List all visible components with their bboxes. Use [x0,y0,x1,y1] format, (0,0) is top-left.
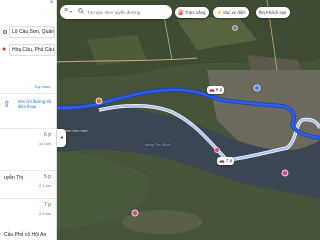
search-icon [78,8,84,14]
chevron-left-icon: ◂ [59,135,63,141]
chip-label: Khách sạn [266,10,287,15]
route-distance: 3,0 km [38,141,51,146]
origin-row[interactable]: Lộ Cầu Sơn, Quảng Phú [0,24,56,40]
route-time-bubble-primary[interactable]: 🚗 6 p [207,86,225,94]
car-icon: 🚗 [219,158,225,163]
route-time: 7 p [44,202,51,208]
send-to-phone-icon[interactable]: ⇪ [3,99,13,109]
route-time: 6 p [44,132,51,138]
hotel-icon: 🛏 [259,10,266,16]
ev-charging-icon: ⚡ [216,10,223,16]
chip-label: Sạc xe điện [223,10,246,15]
route-time-label: 7 p [225,158,233,163]
route-option[interactable]: 6 p 3,0 km [0,128,56,152]
chip-gas-station[interactable]: ⛽Trạm xăng [175,7,210,18]
route-search-bar[interactable]: ≡ ▾ [60,5,172,19]
destination-pin-icon: ● [2,46,7,53]
route-option[interactable]: 7 p 2,5 km [0,198,56,222]
chip-label: Trạm xăng [185,10,206,15]
route-distance: 2,5 km [38,211,51,216]
car-icon: 🚗 [209,87,215,92]
divider [0,93,56,94]
collapse-panel-button[interactable]: ◂ [57,129,66,147]
satellite-map [57,0,320,240]
destination-input[interactable]: Hòa Cầu, Phủ Cầu [9,44,55,56]
route-time-bubble-alt[interactable]: 🚗 7 p [217,157,235,165]
origin-input[interactable]: Lộ Cầu Sơn, Quảng Phú [9,26,55,38]
menu-icon[interactable]: ≡ [64,7,68,14]
send-to-phone-link[interactable]: Gửi chỉ đường tới điện thoại [18,99,52,109]
map-canvas[interactable]: 🚗 6 p 🚗 7 p Cầm Kim mới sông Thu Bồn [57,0,320,240]
map-place-label: Cầm Kim mới [63,128,88,133]
chip-ev-charging[interactable]: ⚡Sạc xe điện [213,7,250,18]
origin-dot-icon [3,30,7,34]
route-time: 5 p [44,174,51,180]
search-along-route-input[interactable] [87,8,169,16]
chevron-down-icon[interactable]: ▾ [70,9,72,14]
directions-panel: × Lộ Cầu Sơn, Quảng Phú ● Hòa Cầu, Phủ C… [0,0,57,240]
route-distance: 2,1 km [38,183,51,188]
list-item[interactable]: Cầu Phố cổ Hội An [0,232,56,238]
maps-directions-screen: 🚗 6 p 🚗 7 p Cầm Kim mới sông Thu Bồn ≡ ▾… [0,0,320,240]
river-label: sông Thu Bồn [145,142,170,147]
route-option[interactable]: uyễn Thị 5 p 2,1 km [0,170,56,194]
gas-station-icon: ⛽ [178,10,185,16]
destination-row[interactable]: ● Hòa Cầu, Phủ Cầu [0,42,56,58]
chip-hotel[interactable]: 🛏Khách sạn [256,7,291,18]
route-time-label: 6 p [215,87,223,92]
options-link[interactable]: Tùy chọn [34,84,50,89]
route-name: uyễn Thị [4,175,24,181]
close-icon[interactable]: × [50,0,54,6]
